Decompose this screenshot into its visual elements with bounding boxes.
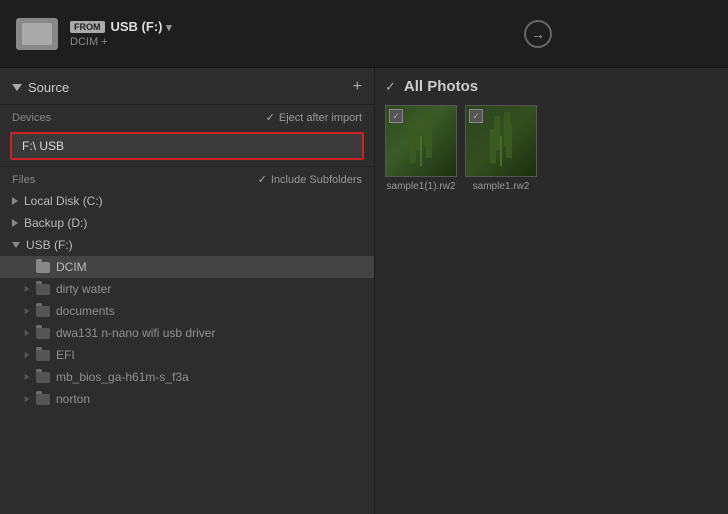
device-icon	[16, 18, 58, 50]
panel-header: Source +	[0, 68, 374, 105]
collapse-icon[interactable]	[12, 84, 22, 91]
subfolders-checkbox[interactable]: ✓ Include Subfolders	[258, 173, 362, 186]
thumb-checkbox-2[interactable]: ✓	[469, 109, 483, 123]
source-label: USB (F:) ▾	[111, 19, 172, 34]
all-photos-checkbox[interactable]: ✓	[385, 79, 396, 95]
header-source-info: FROM USB (F:) ▾ DCIM +	[70, 19, 172, 48]
header-sub-label: DCIM +	[70, 36, 172, 48]
thumbnail-2[interactable]: ✓ sample1.rw2	[465, 105, 537, 192]
tree-item-local-disk[interactable]: Local Disk (C:)	[0, 190, 374, 212]
expand-icon	[25, 330, 30, 336]
tree-item-dcim[interactable]: DCIM	[0, 256, 374, 278]
folder-icon	[36, 306, 50, 317]
all-photos-header: ✓ All Photos	[385, 78, 718, 95]
header: FROM USB (F:) ▾ DCIM + →	[0, 0, 728, 68]
thumb-image-2[interactable]: ✓	[465, 105, 537, 177]
expand-icon	[25, 308, 30, 314]
thumbnails-container: ✓ sample1(1).rw2 ✓ sample1.rw2	[385, 105, 718, 192]
panel-title: Source	[12, 80, 69, 95]
expand-icon	[25, 286, 30, 292]
expand-icon	[25, 374, 30, 380]
from-badge: FROM	[70, 21, 105, 33]
selected-device[interactable]: F:\ USB	[10, 132, 364, 160]
all-photos-title: All Photos	[404, 78, 478, 95]
expand-icon	[12, 197, 18, 205]
next-arrow[interactable]: →	[524, 20, 552, 48]
right-panel: ✓ All Photos ✓ sample1(1).rw2 ✓ sample1.…	[375, 68, 728, 514]
devices-section-row: Devices ✓ Eject after import	[0, 105, 374, 130]
collapse-icon	[12, 242, 20, 248]
eject-checkbox[interactable]: ✓ Eject after import	[266, 111, 362, 124]
expand-icon	[25, 352, 30, 358]
devices-label: Devices	[12, 112, 51, 124]
tree-item-mb-bios[interactable]: mb_bios_ga-h61m-s_f3a	[0, 366, 374, 388]
folder-icon	[36, 350, 50, 361]
tree-item-norton[interactable]: norton	[0, 388, 374, 410]
tree-item-backup[interactable]: Backup (D:)	[0, 212, 374, 234]
files-label: Files	[12, 174, 35, 186]
add-button[interactable]: +	[353, 78, 362, 96]
tree-item-efi[interactable]: EFI	[0, 344, 374, 366]
thumb-checkbox-1[interactable]: ✓	[389, 109, 403, 123]
expand-icon	[25, 396, 30, 402]
main-content: Source + Devices ✓ Eject after import F:…	[0, 68, 728, 514]
thumb-label-2: sample1.rw2	[473, 181, 530, 192]
folder-icon	[36, 284, 50, 295]
thumb-image-1[interactable]: ✓	[385, 105, 457, 177]
files-section-row: Files ✓ Include Subfolders	[0, 166, 374, 190]
file-tree: Local Disk (C:) Backup (D:) USB (F:) DCI…	[0, 190, 374, 410]
tree-item-dwa131[interactable]: dwa131 n-nano wifi usb driver	[0, 322, 374, 344]
left-panel: Source + Devices ✓ Eject after import F:…	[0, 68, 375, 514]
tree-item-dirty-water[interactable]: dirty water	[0, 278, 374, 300]
folder-icon	[36, 328, 50, 339]
tree-item-usb[interactable]: USB (F:)	[0, 234, 374, 256]
folder-icon	[36, 394, 50, 405]
thumbnail-1[interactable]: ✓ sample1(1).rw2	[385, 105, 457, 192]
folder-icon	[36, 372, 50, 383]
thumb-label-1: sample1(1).rw2	[387, 181, 456, 192]
expand-icon	[12, 219, 18, 227]
tree-item-documents[interactable]: documents	[0, 300, 374, 322]
folder-icon	[36, 262, 50, 273]
